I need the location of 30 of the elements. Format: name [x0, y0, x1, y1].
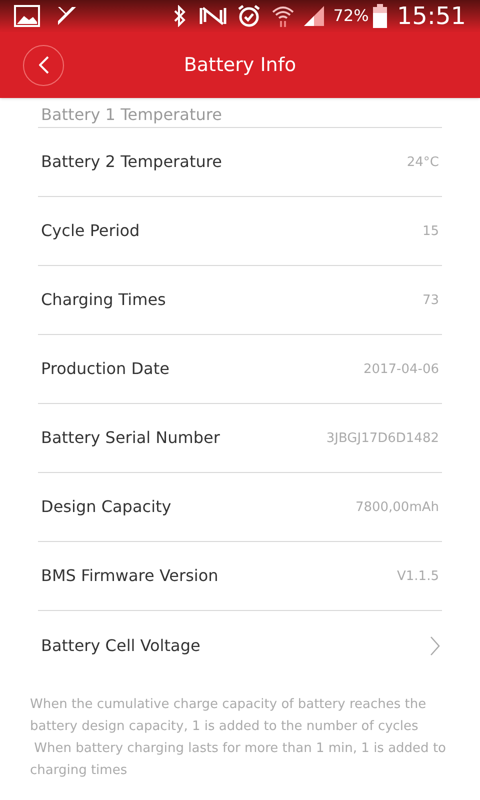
signal-icon: [303, 5, 326, 27]
chevron-right-icon: [430, 636, 440, 656]
note-text: When battery charging lasts for more than 1 min, 1 is added to charging times: [30, 740, 447, 780]
row-label: BMS Firmware Version: [41, 565, 218, 587]
list-item[interactable]: Battery Cell Voltage: [38, 611, 442, 680]
row-value: 15: [422, 223, 439, 241]
battery-icon: [372, 4, 387, 28]
row-label: Battery 2 Temperature: [41, 151, 222, 173]
row-value: V1.1.5: [397, 568, 439, 586]
back-icon: [38, 56, 48, 74]
row-label: Design Capacity: [41, 496, 172, 518]
row-label: Production Date: [41, 358, 170, 380]
clock: 15:51: [396, 1, 466, 32]
alarm-icon: [237, 4, 262, 28]
back-button[interactable]: [23, 44, 64, 86]
row-label: Battery Serial Number: [41, 427, 220, 449]
row-label: Charging Times: [41, 289, 166, 311]
wifi-icon: [271, 4, 296, 28]
image-icon: [14, 5, 40, 27]
page-title: Battery Info: [184, 52, 296, 78]
row-value: 7800,00mAh: [355, 499, 439, 517]
row-value: 73: [422, 292, 439, 310]
battery-percent: 72%: [333, 5, 369, 27]
row-value: 3JBGJ17D6D1482: [326, 430, 439, 448]
note-text: When the cumulative charge capacity of battery reaches the battery design capacity, 1 is added to the number of cycles: [30, 696, 428, 736]
row-value: 24°C: [406, 154, 439, 172]
row-label: Cycle Period: [41, 220, 140, 242]
bluetooth-icon: [173, 5, 188, 27]
row-label: Battery 1 Temperature: [40, 107, 222, 123]
row-value: 2017-04-06: [363, 361, 439, 379]
